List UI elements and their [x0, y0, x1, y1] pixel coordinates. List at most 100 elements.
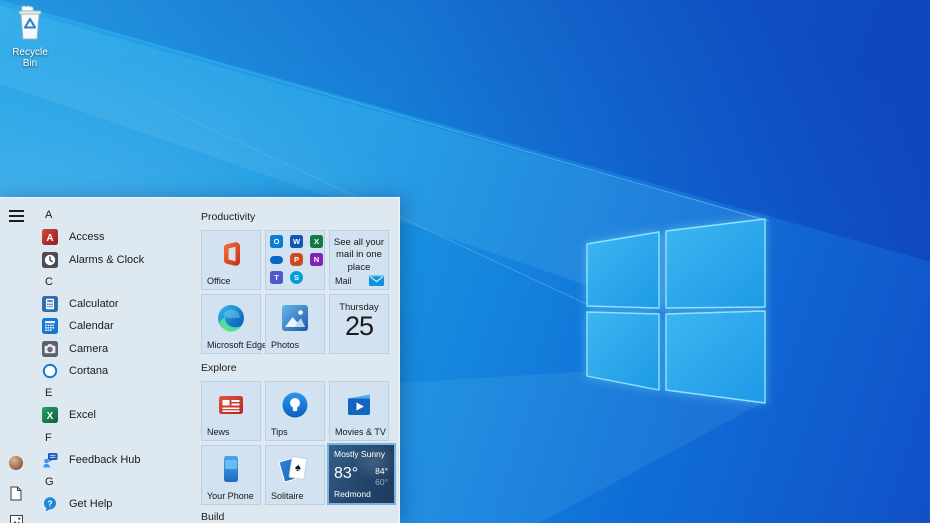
alarms-clock-icon: [42, 252, 58, 268]
app-label: Access: [69, 231, 105, 243]
section-letter: A: [45, 209, 53, 221]
app-list-section-g[interactable]: G: [33, 471, 193, 493]
section-letter: C: [45, 276, 53, 288]
outlook-icon: O: [270, 235, 283, 248]
recycle-bin-label: Recycle Bin: [12, 47, 48, 69]
onenote-icon: N: [310, 253, 323, 266]
app-label: Feedback Hub: [69, 454, 141, 466]
desktop: Recycle Bin A A Access Alarms & Clock C …: [0, 0, 930, 523]
tile-label: Mail: [335, 276, 352, 286]
tile-calendar[interactable]: Thursday 25: [329, 294, 389, 354]
tile-office[interactable]: Office: [201, 230, 261, 290]
tile-mail[interactable]: See all your mail in one place Mail: [329, 230, 389, 290]
mail-tile-message: See all your mail in one place: [333, 237, 385, 273]
svg-text:A: A: [46, 233, 53, 244]
tile-your-phone[interactable]: Your Phone: [201, 445, 261, 505]
app-label: Calendar: [69, 320, 114, 332]
tips-icon: [282, 392, 308, 418]
office-icon: [224, 242, 240, 266]
powerpoint-icon: P: [290, 253, 303, 266]
mail-envelope-icon: [369, 275, 384, 286]
expand-menu-button[interactable]: [6, 206, 26, 226]
microsoft-edge-icon: [218, 305, 244, 332]
weather-location: Redmond: [334, 489, 371, 499]
tile-solitaire[interactable]: ♠ Solitaire: [265, 445, 325, 505]
app-label: Cortana: [69, 365, 109, 377]
tile-tips[interactable]: Tips: [265, 381, 325, 441]
svg-text:X: X: [47, 411, 54, 422]
tile-group-header-productivity[interactable]: Productivity: [201, 211, 255, 223]
word-icon: W: [290, 235, 303, 248]
onedrive-icon: [270, 256, 283, 264]
app-list-item-calculator[interactable]: Calculator: [33, 293, 193, 315]
tile-label: Office: [207, 276, 231, 286]
app-list-item-cortana[interactable]: Cortana: [33, 360, 193, 382]
movies-tv-icon: [348, 394, 370, 415]
app-label: Get Help: [69, 498, 113, 510]
tile-label: Your Phone: [207, 491, 254, 501]
user-avatar-icon: [9, 456, 23, 470]
get-help-icon: ?: [44, 497, 56, 512]
tile-office-apps-folder[interactable]: O W X P N T S: [265, 230, 325, 290]
access-icon: A: [42, 229, 58, 245]
app-list-section-f[interactable]: F: [33, 427, 193, 449]
section-letter: G: [45, 476, 54, 488]
app-list-item-excel[interactable]: X Excel: [33, 404, 193, 426]
cortana-icon: [42, 363, 58, 379]
app-list-item-alarms-clock[interactable]: Alarms & Clock: [33, 249, 193, 271]
calendar-icon: [42, 318, 58, 334]
app-list-section-c[interactable]: C: [33, 271, 193, 293]
app-list-item-feedback-hub[interactable]: Feedback Hub: [33, 449, 193, 471]
documents-icon: [10, 486, 22, 500]
weather-high-temp: 84°: [375, 466, 388, 476]
calendar-date: 25: [344, 311, 374, 341]
your-phone-icon: [224, 456, 238, 482]
news-icon: [219, 396, 243, 414]
recycle-bin-desktop-icon[interactable]: Recycle Bin: [4, 5, 56, 69]
section-letter: F: [45, 432, 52, 444]
camera-icon: [42, 341, 58, 357]
weather-condition: Mostly Sunny: [334, 449, 386, 459]
recycle-bin-icon: [18, 5, 42, 40]
tile-label: News: [207, 427, 230, 437]
tile-label: Microsoft Edge: [207, 340, 268, 350]
start-menu-rail: [0, 198, 33, 523]
svg-text:?: ?: [47, 498, 52, 508]
photos-icon: [282, 305, 308, 331]
pictures-button[interactable]: [6, 511, 26, 523]
excel-mini-icon: X: [310, 235, 323, 248]
tile-area: Productivity Office O W X P N T S See al…: [195, 198, 400, 523]
tile-label: Solitaire: [271, 491, 304, 501]
section-letter: E: [45, 387, 53, 399]
app-label: Excel: [69, 409, 96, 421]
tile-weather[interactable]: Mostly Sunny 83° 84° 60° Redmond: [327, 443, 396, 505]
calculator-icon: [42, 296, 58, 312]
start-menu: A A Access Alarms & Clock C Calculator C…: [0, 197, 400, 523]
tile-group-header-build[interactable]: Build: [201, 511, 224, 523]
documents-button[interactable]: [6, 483, 26, 503]
tile-photos[interactable]: Photos: [265, 294, 325, 354]
app-label: Calculator: [69, 298, 119, 310]
tile-microsoft-edge[interactable]: Microsoft Edge: [201, 294, 267, 354]
tile-label: Photos: [271, 340, 300, 350]
app-list-item-access[interactable]: A Access: [33, 226, 193, 248]
app-list-section-a[interactable]: A: [33, 204, 193, 226]
feedback-hub-icon: [43, 453, 58, 468]
tile-news[interactable]: News: [201, 381, 261, 441]
weather-low-temp: 60°: [375, 477, 388, 487]
app-label: Alarms & Clock: [69, 254, 145, 266]
app-list-item-calendar[interactable]: Calendar: [33, 315, 193, 337]
tile-label: Movies & TV: [335, 427, 386, 437]
tile-label: Tips: [271, 427, 288, 437]
tile-group-header-explore[interactable]: Explore: [201, 362, 237, 374]
solitaire-icon: ♠: [278, 455, 310, 483]
weather-current-temp: 83°: [334, 465, 359, 482]
skype-icon: S: [290, 271, 303, 284]
app-list-section-e[interactable]: E: [33, 382, 193, 404]
tile-movies-tv[interactable]: Movies & TV: [329, 381, 389, 441]
excel-icon: X: [42, 407, 58, 423]
app-list-item-camera[interactable]: Camera: [33, 338, 193, 360]
app-list-item-get-help[interactable]: ? Get Help: [33, 493, 193, 515]
user-account-button[interactable]: [6, 453, 26, 473]
office-apps-folder-grid: O W X P N T S: [270, 235, 323, 284]
